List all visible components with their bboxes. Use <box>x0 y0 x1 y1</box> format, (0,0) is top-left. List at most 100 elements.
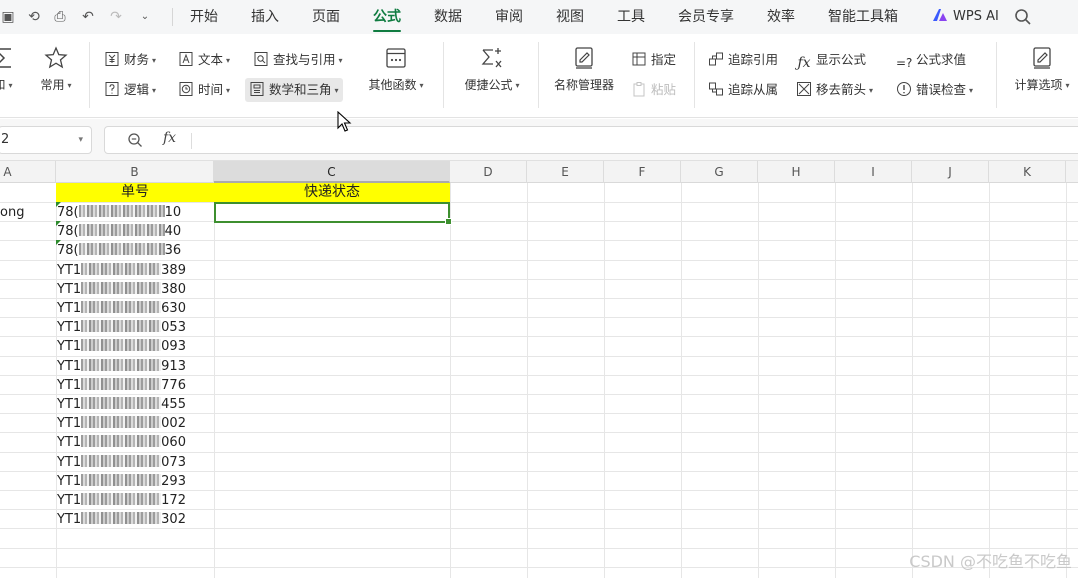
column-header-f[interactable]: F <box>604 161 681 183</box>
tab-smart-toolbox[interactable]: 智能工具箱 <box>828 0 898 34</box>
tracking-number-cell[interactable]: 78(36 <box>57 241 213 260</box>
column-gridline <box>214 183 215 578</box>
divider <box>172 8 173 26</box>
zoom-icon[interactable] <box>127 132 143 148</box>
paste-button[interactable]: 粘贴 <box>627 78 680 102</box>
chevron-down-icon[interactable]: ▾ <box>78 127 83 153</box>
redacted-blur <box>81 320 162 333</box>
fx-icon[interactable]: fx <box>163 130 176 146</box>
paste-icon <box>633 82 645 97</box>
tracking-number-cell[interactable]: YT1 455 <box>57 395 213 414</box>
other-functions-button[interactable]: 其他函数 ▾ <box>360 46 432 93</box>
tab-efficiency[interactable]: 效率 <box>767 0 795 34</box>
share-icon[interactable]: ⟲ <box>26 9 42 25</box>
tracking-number-cell[interactable]: YT1 002 <box>57 414 213 433</box>
column-header-i[interactable]: I <box>835 161 912 183</box>
redacted-blur <box>81 397 162 409</box>
undo-icon[interactable]: ↶ <box>80 9 96 25</box>
active-cell-c2[interactable] <box>214 202 452 225</box>
column-header-e[interactable]: E <box>527 161 604 183</box>
evaluate-formula-button[interactable]: =? 公式求值 <box>892 48 970 72</box>
save-icon[interactable]: ▣ <box>0 9 16 25</box>
tracking-number-cell[interactable]: 78(10 <box>57 203 213 222</box>
tracking-number-cell[interactable]: YT1 913 <box>57 357 213 376</box>
trace-dependents-button[interactable]: 追踪从属 <box>704 78 782 102</box>
autosum-button[interactable]: 和▾ <box>0 46 18 93</box>
tab-insert[interactable]: 插入 <box>251 0 279 34</box>
lookup-functions-button[interactable]: 查找与引用 ▾ <box>249 48 347 72</box>
error-check-button[interactable]: 错误检查 ▾ <box>892 78 977 102</box>
tab-formulas[interactable]: 公式 <box>373 0 401 34</box>
column-header-g[interactable]: G <box>681 161 758 183</box>
column-header-a[interactable]: A <box>0 161 56 183</box>
tab-member[interactable]: 会员专享 <box>678 0 734 34</box>
spreadsheet-grid[interactable]: A B C D E F G H I J K 单号 快递状态 ong 78(10 7… <box>0 161 1078 578</box>
tab-data[interactable]: 数据 <box>434 0 462 34</box>
column-header-j[interactable]: J <box>912 161 989 183</box>
column-header-b[interactable]: B <box>56 161 214 183</box>
paste-label: 粘贴 <box>651 82 677 97</box>
show-formulas-label: 显示公式 <box>816 52 867 67</box>
cell-c1[interactable]: 快递状态 <box>214 183 450 202</box>
tracking-number-cell[interactable]: YT1 093 <box>57 337 213 356</box>
search-icon[interactable] <box>1014 8 1032 26</box>
tab-review[interactable]: 审阅 <box>495 0 523 34</box>
redo-icon[interactable]: ↷ <box>108 9 124 25</box>
tracking-suffix: 455 <box>161 397 186 412</box>
time-functions-button[interactable]: 时间 ▾ <box>174 78 234 102</box>
tracking-number-cell[interactable]: 78(40 <box>57 222 213 241</box>
tab-view[interactable]: 视图 <box>556 0 584 34</box>
tracking-suffix: 073 <box>161 454 186 470</box>
text-functions-button[interactable]: 文本 ▾ <box>174 48 234 72</box>
tracking-number-cell[interactable]: YT1 060 <box>57 433 213 452</box>
column-header-c[interactable]: C <box>214 161 450 183</box>
show-formulas-button[interactable]: ƒx 显示公式 <box>792 48 870 72</box>
tracking-number-cell[interactable]: YT1 389 <box>57 261 213 280</box>
redacted-blur <box>81 358 162 371</box>
common-functions-button[interactable]: 常用 ▾ <box>32 46 80 93</box>
math-trig-functions-button[interactable]: 数学和三角 ▾ <box>245 78 343 102</box>
tracking-prefix: YT1 <box>57 512 82 528</box>
tracking-suffix: 630 <box>161 301 186 316</box>
chevron-down-icon[interactable]: ⌄ <box>137 9 153 25</box>
evaluate-icon: =? <box>896 56 913 70</box>
column-header-k[interactable]: K <box>989 161 1066 183</box>
cell-a2[interactable]: ong <box>0 203 56 222</box>
logic-functions-button[interactable]: 逻辑 ▾ <box>100 78 160 102</box>
trace-precedents-button[interactable]: 追踪引用 <box>704 48 782 72</box>
tracking-number-cell[interactable]: YT1 380 <box>57 280 213 299</box>
finance-functions-button[interactable]: 财务 ▾ <box>100 48 160 72</box>
remove-arrows-button[interactable]: 移去箭头 ▾ <box>792 78 877 102</box>
tracking-number-cell[interactable]: YT1 172 <box>57 491 213 510</box>
name-manager-label: 名称管理器 <box>553 78 614 92</box>
trace-dependents-label: 追踪从属 <box>728 82 779 97</box>
redacted-blur <box>81 435 162 448</box>
tab-home[interactable]: 开始 <box>190 0 218 34</box>
name-box[interactable]: 2 ▾ <box>0 126 92 154</box>
tracking-prefix: YT1 <box>57 435 82 451</box>
tracking-number-cell[interactable]: YT1 293 <box>57 472 213 491</box>
tracking-prefix: 78( <box>57 224 79 240</box>
formula-input[interactable]: fx <box>104 126 1078 154</box>
column-gridline <box>835 183 836 578</box>
tracking-number-cell[interactable]: YT1 053 <box>57 318 213 337</box>
tracking-prefix: 78( <box>57 205 79 220</box>
cell-b1[interactable]: 单号 <box>56 183 214 202</box>
specify-button[interactable]: 指定 <box>627 48 680 72</box>
print-preview-icon[interactable]: ⎙ <box>52 9 68 25</box>
quick-formula-button[interactable]: 便捷公式 ▾ <box>456 46 528 93</box>
tracking-prefix: YT1 <box>57 493 82 508</box>
tracking-number-cell[interactable]: YT1 776 <box>57 376 213 395</box>
calc-options-button[interactable]: 计算选项 ▾ <box>1006 46 1078 93</box>
tracking-number-cell[interactable]: YT1 302 <box>57 510 213 529</box>
column-header-d[interactable]: D <box>450 161 527 183</box>
tracking-number-cell[interactable]: YT1 630 <box>57 299 213 318</box>
tab-page[interactable]: 页面 <box>312 0 340 34</box>
wps-ai-button[interactable]: WPS AI <box>932 0 999 34</box>
error-indicator-icon <box>56 202 61 207</box>
error-check-icon <box>897 82 911 96</box>
column-header-h[interactable]: H <box>758 161 835 183</box>
tab-tools[interactable]: 工具 <box>617 0 645 34</box>
name-manager-button[interactable]: 名称管理器 <box>547 46 621 93</box>
tracking-number-cell[interactable]: YT1 073 <box>57 453 213 472</box>
